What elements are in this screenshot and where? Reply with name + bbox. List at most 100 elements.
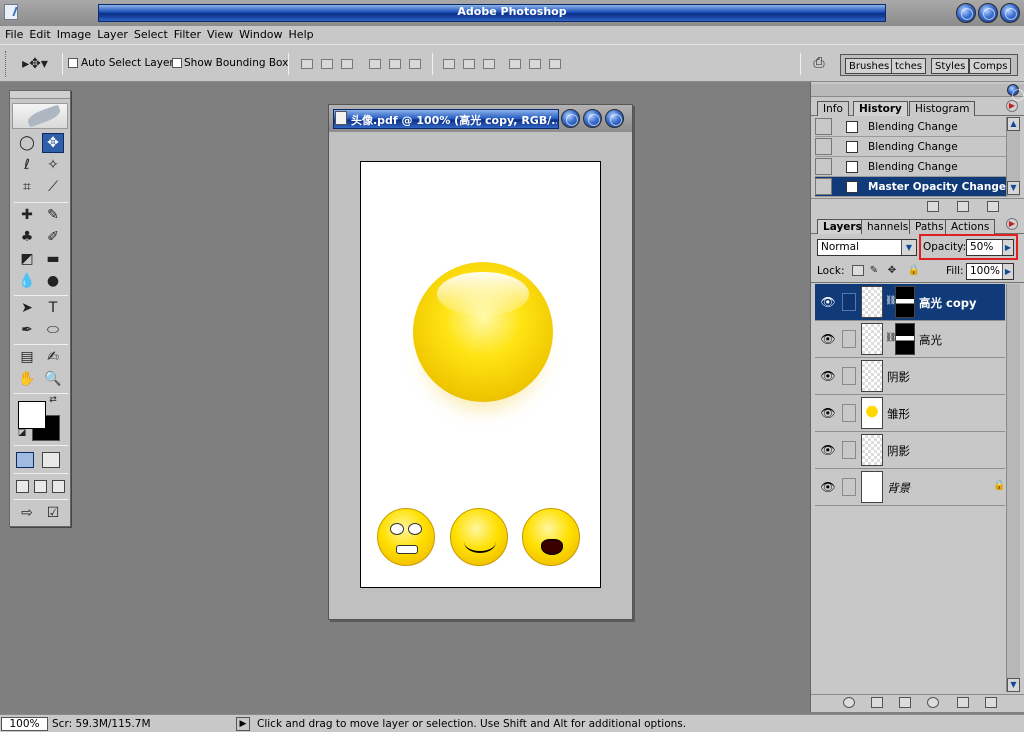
move-tool-icon[interactable]: ✥ <box>42 133 64 153</box>
link-toggle[interactable] <box>842 404 856 422</box>
history-brush-tool-icon[interactable]: ✐ <box>42 227 64 247</box>
visibility-eye-icon[interactable]: 👁 <box>819 293 837 311</box>
shape-tool-icon[interactable]: ⬭ <box>42 320 64 340</box>
lock-transparency-icon[interactable] <box>852 265 864 276</box>
history-item[interactable]: Blending Change <box>815 137 1009 157</box>
distribute-left-icon[interactable] <box>508 56 522 70</box>
layer-row[interactable]: 👁 阴影 <box>815 432 1005 469</box>
opacity-input[interactable]: 50% ▶ <box>966 239 1014 256</box>
zoom-tool-icon[interactable]: 🔍 <box>42 369 64 389</box>
document-title-bar[interactable]: 头像.pdf @ 100% (高光 copy, RGB/... <box>329 105 632 132</box>
tab-history[interactable]: History <box>853 101 908 116</box>
menu-help[interactable]: Help <box>288 26 319 44</box>
link-toggle[interactable] <box>842 441 856 459</box>
toolbox-grip[interactable] <box>10 91 70 99</box>
add-mask-icon[interactable] <box>871 697 883 708</box>
options-bar-grip[interactable] <box>5 51 8 77</box>
new-group-icon[interactable] <box>899 697 911 708</box>
close-button[interactable] <box>1000 3 1020 23</box>
full-screen-menu-mode-icon[interactable] <box>34 480 47 493</box>
layer-row-selected[interactable]: 👁 ⛓ 高光 copy <box>815 284 1005 321</box>
visibility-eye-icon[interactable]: 👁 <box>819 404 837 422</box>
show-bounding-box-checkbox[interactable] <box>172 58 182 68</box>
layers-panel-menu-icon[interactable]: ▶ <box>1006 218 1018 230</box>
distribute-top-icon[interactable] <box>442 56 456 70</box>
new-snapshot-icon[interactable] <box>957 201 969 212</box>
tab-histogram[interactable]: Histogram <box>909 101 976 116</box>
history-source-checkbox[interactable] <box>815 138 832 155</box>
scroll-down-button[interactable]: ▼ <box>1007 181 1020 195</box>
dodge-tool-icon[interactable]: ● <box>42 271 64 291</box>
opacity-slider-arrow-icon[interactable]: ▶ <box>1002 240 1013 255</box>
layer-row[interactable]: 👁 雏形 <box>815 395 1005 432</box>
document-close-button[interactable] <box>605 109 624 128</box>
brush-tool-icon[interactable]: ✎ <box>42 205 64 225</box>
palette-well-tab-styles[interactable]: Styles <box>931 58 970 74</box>
fill-slider-arrow-icon[interactable]: ▶ <box>1002 264 1013 279</box>
distribute-right-icon[interactable] <box>548 56 562 70</box>
distribute-bottom-icon[interactable] <box>482 56 496 70</box>
maximize-button[interactable] <box>978 3 998 23</box>
visibility-eye-icon[interactable]: 👁 <box>819 441 837 459</box>
edit-in-imageready-icon[interactable]: ☑ <box>42 503 64 523</box>
align-right-icon[interactable] <box>408 56 422 70</box>
jump-to-imageready-icon[interactable]: ⇨ <box>16 503 38 523</box>
menu-select[interactable]: Select <box>133 26 173 44</box>
align-top-icon[interactable] <box>300 56 314 70</box>
panel-close-button[interactable] <box>1007 84 1024 101</box>
align-left-icon[interactable] <box>368 56 382 70</box>
history-item[interactable]: Blending Change <box>815 157 1009 177</box>
align-bottom-icon[interactable] <box>340 56 354 70</box>
lock-position-icon[interactable]: ✥ <box>885 262 899 278</box>
link-toggle[interactable] <box>842 330 856 348</box>
link-toggle[interactable] <box>842 367 856 385</box>
blur-tool-icon[interactable]: 💧 <box>16 271 38 291</box>
menu-filter[interactable]: Filter <box>173 26 206 44</box>
new-document-from-state-icon[interactable] <box>927 201 939 212</box>
scroll-down-button[interactable]: ▼ <box>1007 678 1020 692</box>
layer-mask-thumbnail[interactable] <box>895 323 915 355</box>
visibility-eye-icon[interactable]: 👁 <box>819 478 837 496</box>
marquee-tool-icon[interactable]: ◯ <box>16 133 38 153</box>
palette-well-tab-comps[interactable]: Comps <box>969 58 1012 74</box>
brush-link-icon[interactable] <box>842 293 856 311</box>
standard-mode-icon[interactable] <box>16 452 34 468</box>
history-source-checkbox[interactable] <box>815 158 832 175</box>
eraser-tool-icon[interactable]: ◩ <box>16 249 38 269</box>
align-vertical-center-icon[interactable] <box>320 56 334 70</box>
tab-actions[interactable]: Actions <box>945 219 996 234</box>
fill-input[interactable]: 100% ▶ <box>966 263 1014 280</box>
lasso-tool-icon[interactable]: ℓ <box>16 155 38 175</box>
slice-tool-icon[interactable]: ⟋ <box>42 177 64 197</box>
scroll-up-button[interactable]: ▲ <box>1007 117 1020 131</box>
history-item-selected[interactable]: Master Opacity Change <box>815 177 1009 197</box>
status-menu-arrow-icon[interactable]: ▶ <box>236 717 250 731</box>
hand-tool-icon[interactable]: ✋ <box>16 369 38 389</box>
menu-edit[interactable]: Edit <box>28 26 55 44</box>
history-source-checkbox[interactable] <box>815 118 832 135</box>
path-selection-tool-icon[interactable]: ➤ <box>16 298 38 318</box>
crop-tool-icon[interactable]: ⌗ <box>16 177 38 197</box>
zoom-level-input[interactable]: 100% <box>1 717 48 731</box>
healing-brush-tool-icon[interactable]: ✚ <box>16 205 38 225</box>
palette-well-tab-brushes[interactable]: Brushes <box>845 58 894 74</box>
delete-layer-icon[interactable] <box>985 697 997 708</box>
adobe-online-feather-icon[interactable] <box>12 103 68 129</box>
file-browser-icon[interactable]: ⎙ <box>808 53 830 73</box>
visibility-eye-icon[interactable]: 👁 <box>819 367 837 385</box>
lock-image-icon[interactable]: ✎ <box>867 262 881 278</box>
tab-channels[interactable]: hannels <box>861 219 915 234</box>
layer-row[interactable]: 👁 ⛓ 高光 <box>815 321 1005 358</box>
align-horizontal-center-icon[interactable] <box>388 56 402 70</box>
history-item[interactable]: Blending Change <box>815 117 1009 137</box>
menu-image[interactable]: Image <box>56 26 96 44</box>
new-layer-icon[interactable] <box>957 697 969 708</box>
swap-colors-icon[interactable]: ⇄ <box>46 394 60 406</box>
tab-paths[interactable]: Paths <box>909 219 950 234</box>
delete-state-icon[interactable] <box>987 201 999 212</box>
link-toggle[interactable] <box>842 478 856 496</box>
canvas[interactable] <box>360 161 601 588</box>
layer-row[interactable]: 👁 阴影 <box>815 358 1005 395</box>
full-screen-mode-icon[interactable] <box>52 480 65 493</box>
blend-mode-select[interactable]: Normal ▼ <box>817 239 917 256</box>
